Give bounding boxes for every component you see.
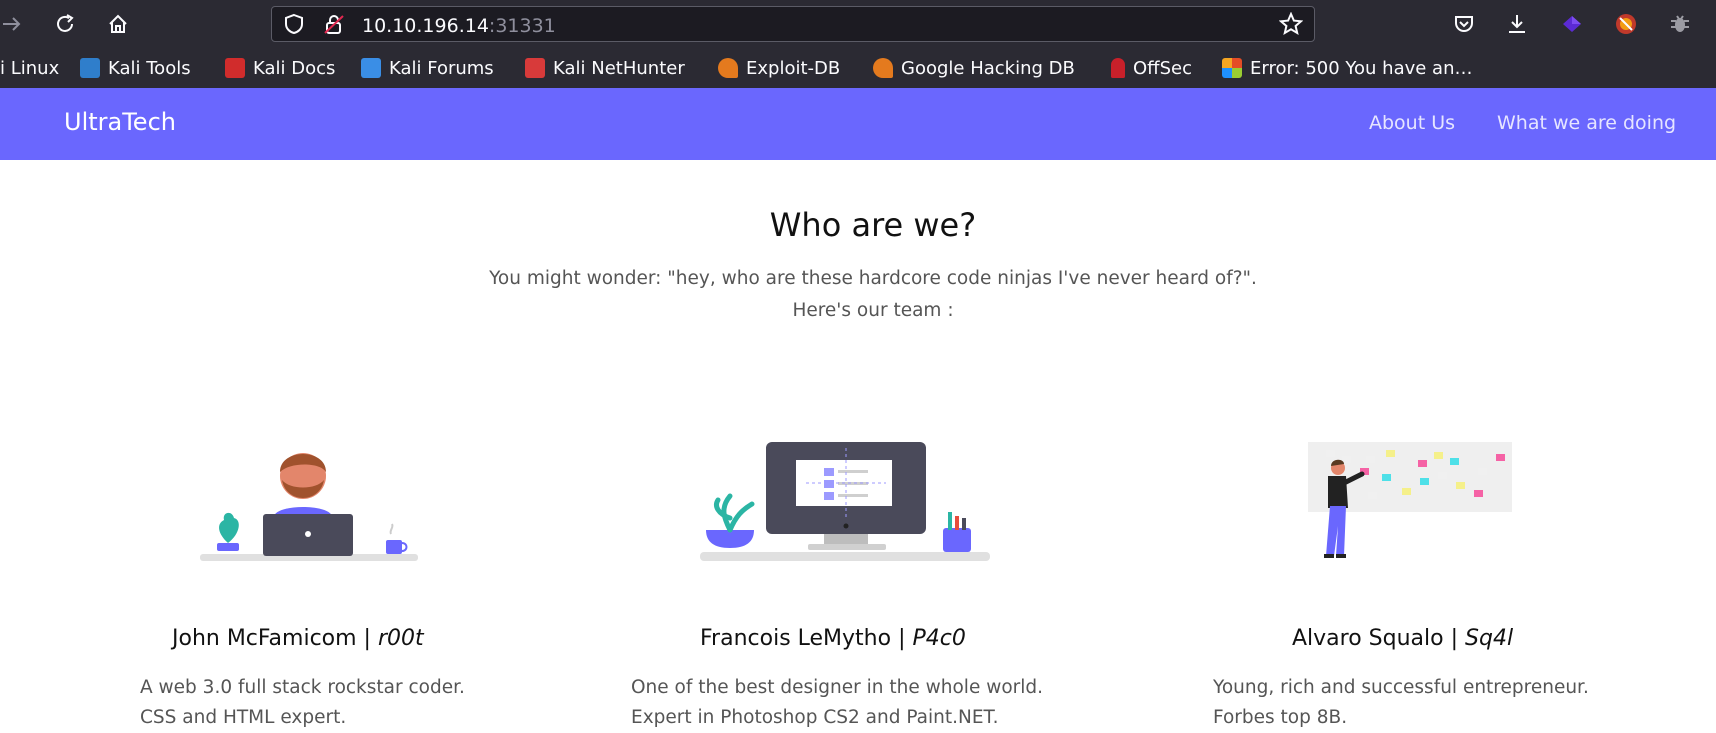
bookmark-google-hacking-db[interactable]: Google Hacking DB bbox=[873, 56, 1075, 80]
kali-tools-favicon-icon bbox=[80, 58, 100, 78]
lead-line-2: Here's our team : bbox=[792, 300, 954, 321]
kali-nethunter-favicon-icon bbox=[525, 58, 545, 78]
member-handle: P4c0 bbox=[912, 626, 966, 651]
member-fullname: Francois LeMytho | bbox=[700, 626, 913, 651]
bookmark-kali-linux[interactable]: i Linux bbox=[0, 56, 59, 80]
member-fullname: John McFamicom | bbox=[172, 626, 378, 651]
bookmark-exploit-db[interactable]: Exploit-DB bbox=[718, 56, 840, 80]
bookmark-label: i Linux bbox=[0, 57, 60, 79]
exploit-db-favicon-icon bbox=[718, 58, 738, 78]
member-handle: Sq4l bbox=[1465, 626, 1514, 651]
bookmark-label: OffSec bbox=[1133, 57, 1192, 79]
reload-icon[interactable] bbox=[53, 12, 77, 36]
member-fullname: Alvaro Squalo | bbox=[1292, 626, 1466, 651]
bookmark-error-500[interactable]: Error: 500 You have an… bbox=[1222, 56, 1473, 80]
nav-about-us[interactable]: About Us bbox=[1369, 112, 1455, 134]
description-line: One of the best designer in the whole wo… bbox=[631, 677, 1044, 698]
extension-purple-icon[interactable] bbox=[1560, 12, 1584, 36]
bookmark-label: Kali Tools bbox=[108, 57, 191, 79]
bookmark-offsec[interactable]: OffSec bbox=[1111, 56, 1192, 80]
url-bar[interactable]: 10.10.196.14:31331 bbox=[271, 6, 1315, 42]
member-handle: r00t bbox=[377, 626, 424, 651]
member-name-3: Alvaro Squalo | Sq4l bbox=[1292, 626, 1513, 651]
kali-docs-favicon-icon bbox=[225, 58, 245, 78]
member-name-1: John McFamicom | r00t bbox=[172, 626, 424, 651]
bookmark-kali-tools[interactable]: Kali Tools bbox=[80, 56, 191, 80]
designer-illustration bbox=[700, 442, 990, 561]
bookmark-label: Google Hacking DB bbox=[901, 57, 1075, 79]
url-port: :31331 bbox=[488, 15, 556, 37]
url-text[interactable]: 10.10.196.14:31331 bbox=[362, 15, 556, 37]
ghdb-favicon-icon bbox=[873, 58, 893, 78]
member-description-2: One of the best designer in the whole wo… bbox=[631, 673, 1043, 733]
developer-illustration bbox=[200, 453, 418, 561]
description-line: Expert in Photoshop CS2 and Paint.NET. bbox=[631, 707, 999, 728]
browser-toolbar: 10.10.196.14:31331 bbox=[0, 0, 1716, 48]
shield-icon[interactable] bbox=[282, 12, 306, 36]
bookmark-label: Kali Forums bbox=[389, 57, 494, 79]
description-line: A web 3.0 full stack rockstar coder. bbox=[140, 677, 465, 698]
member-description-1: A web 3.0 full stack rockstar coder. CSS… bbox=[140, 673, 465, 733]
bookmark-label: Kali NetHunter bbox=[553, 57, 685, 79]
forward-icon[interactable] bbox=[0, 12, 24, 36]
entrepreneur-illustration bbox=[1308, 442, 1512, 558]
member-description-3: Young, rich and successful entrepreneur.… bbox=[1213, 673, 1589, 733]
bookmark-kali-forums[interactable]: Kali Forums bbox=[361, 56, 494, 80]
bookmarks-bar: i Linux Kali Tools Kali Docs Kali Forums… bbox=[0, 48, 1716, 88]
extension-shield-icon[interactable] bbox=[1614, 12, 1638, 36]
page-title: Who are we? bbox=[769, 206, 977, 244]
member-name-2: Francois LeMytho | P4c0 bbox=[700, 626, 966, 651]
description-line: Young, rich and successful entrepreneur. bbox=[1213, 677, 1589, 698]
insecure-lock-icon[interactable] bbox=[322, 12, 346, 36]
site-navbar: UltraTech About Us What we are doing bbox=[0, 88, 1716, 160]
description-line: CSS and HTML expert. bbox=[140, 707, 347, 728]
bookmark-label: Error: 500 You have an… bbox=[1250, 57, 1473, 79]
url-host: 10.10.196.14 bbox=[362, 15, 489, 37]
extension-bug-icon[interactable] bbox=[1668, 12, 1692, 36]
download-icon[interactable] bbox=[1505, 12, 1529, 36]
pocket-icon[interactable] bbox=[1452, 12, 1476, 36]
site-brand[interactable]: UltraTech bbox=[64, 108, 176, 136]
description-line: Forbes top 8B. bbox=[1213, 707, 1348, 728]
kali-forums-favicon-icon bbox=[361, 58, 381, 78]
offsec-favicon-icon bbox=[1111, 58, 1125, 78]
lead-line-1: You might wonder: "hey, who are these ha… bbox=[489, 268, 1257, 289]
bookmark-kali-docs[interactable]: Kali Docs bbox=[225, 56, 335, 80]
bookmark-kali-nethunter[interactable]: Kali NetHunter bbox=[525, 56, 685, 80]
bookmark-star-icon[interactable] bbox=[1279, 12, 1303, 36]
joomla-favicon-icon bbox=[1222, 58, 1242, 78]
bookmark-label: Exploit-DB bbox=[746, 57, 841, 79]
home-icon[interactable] bbox=[106, 12, 130, 36]
nav-what-we-are-doing[interactable]: What we are doing bbox=[1497, 112, 1676, 134]
bookmark-label: Kali Docs bbox=[253, 57, 336, 79]
